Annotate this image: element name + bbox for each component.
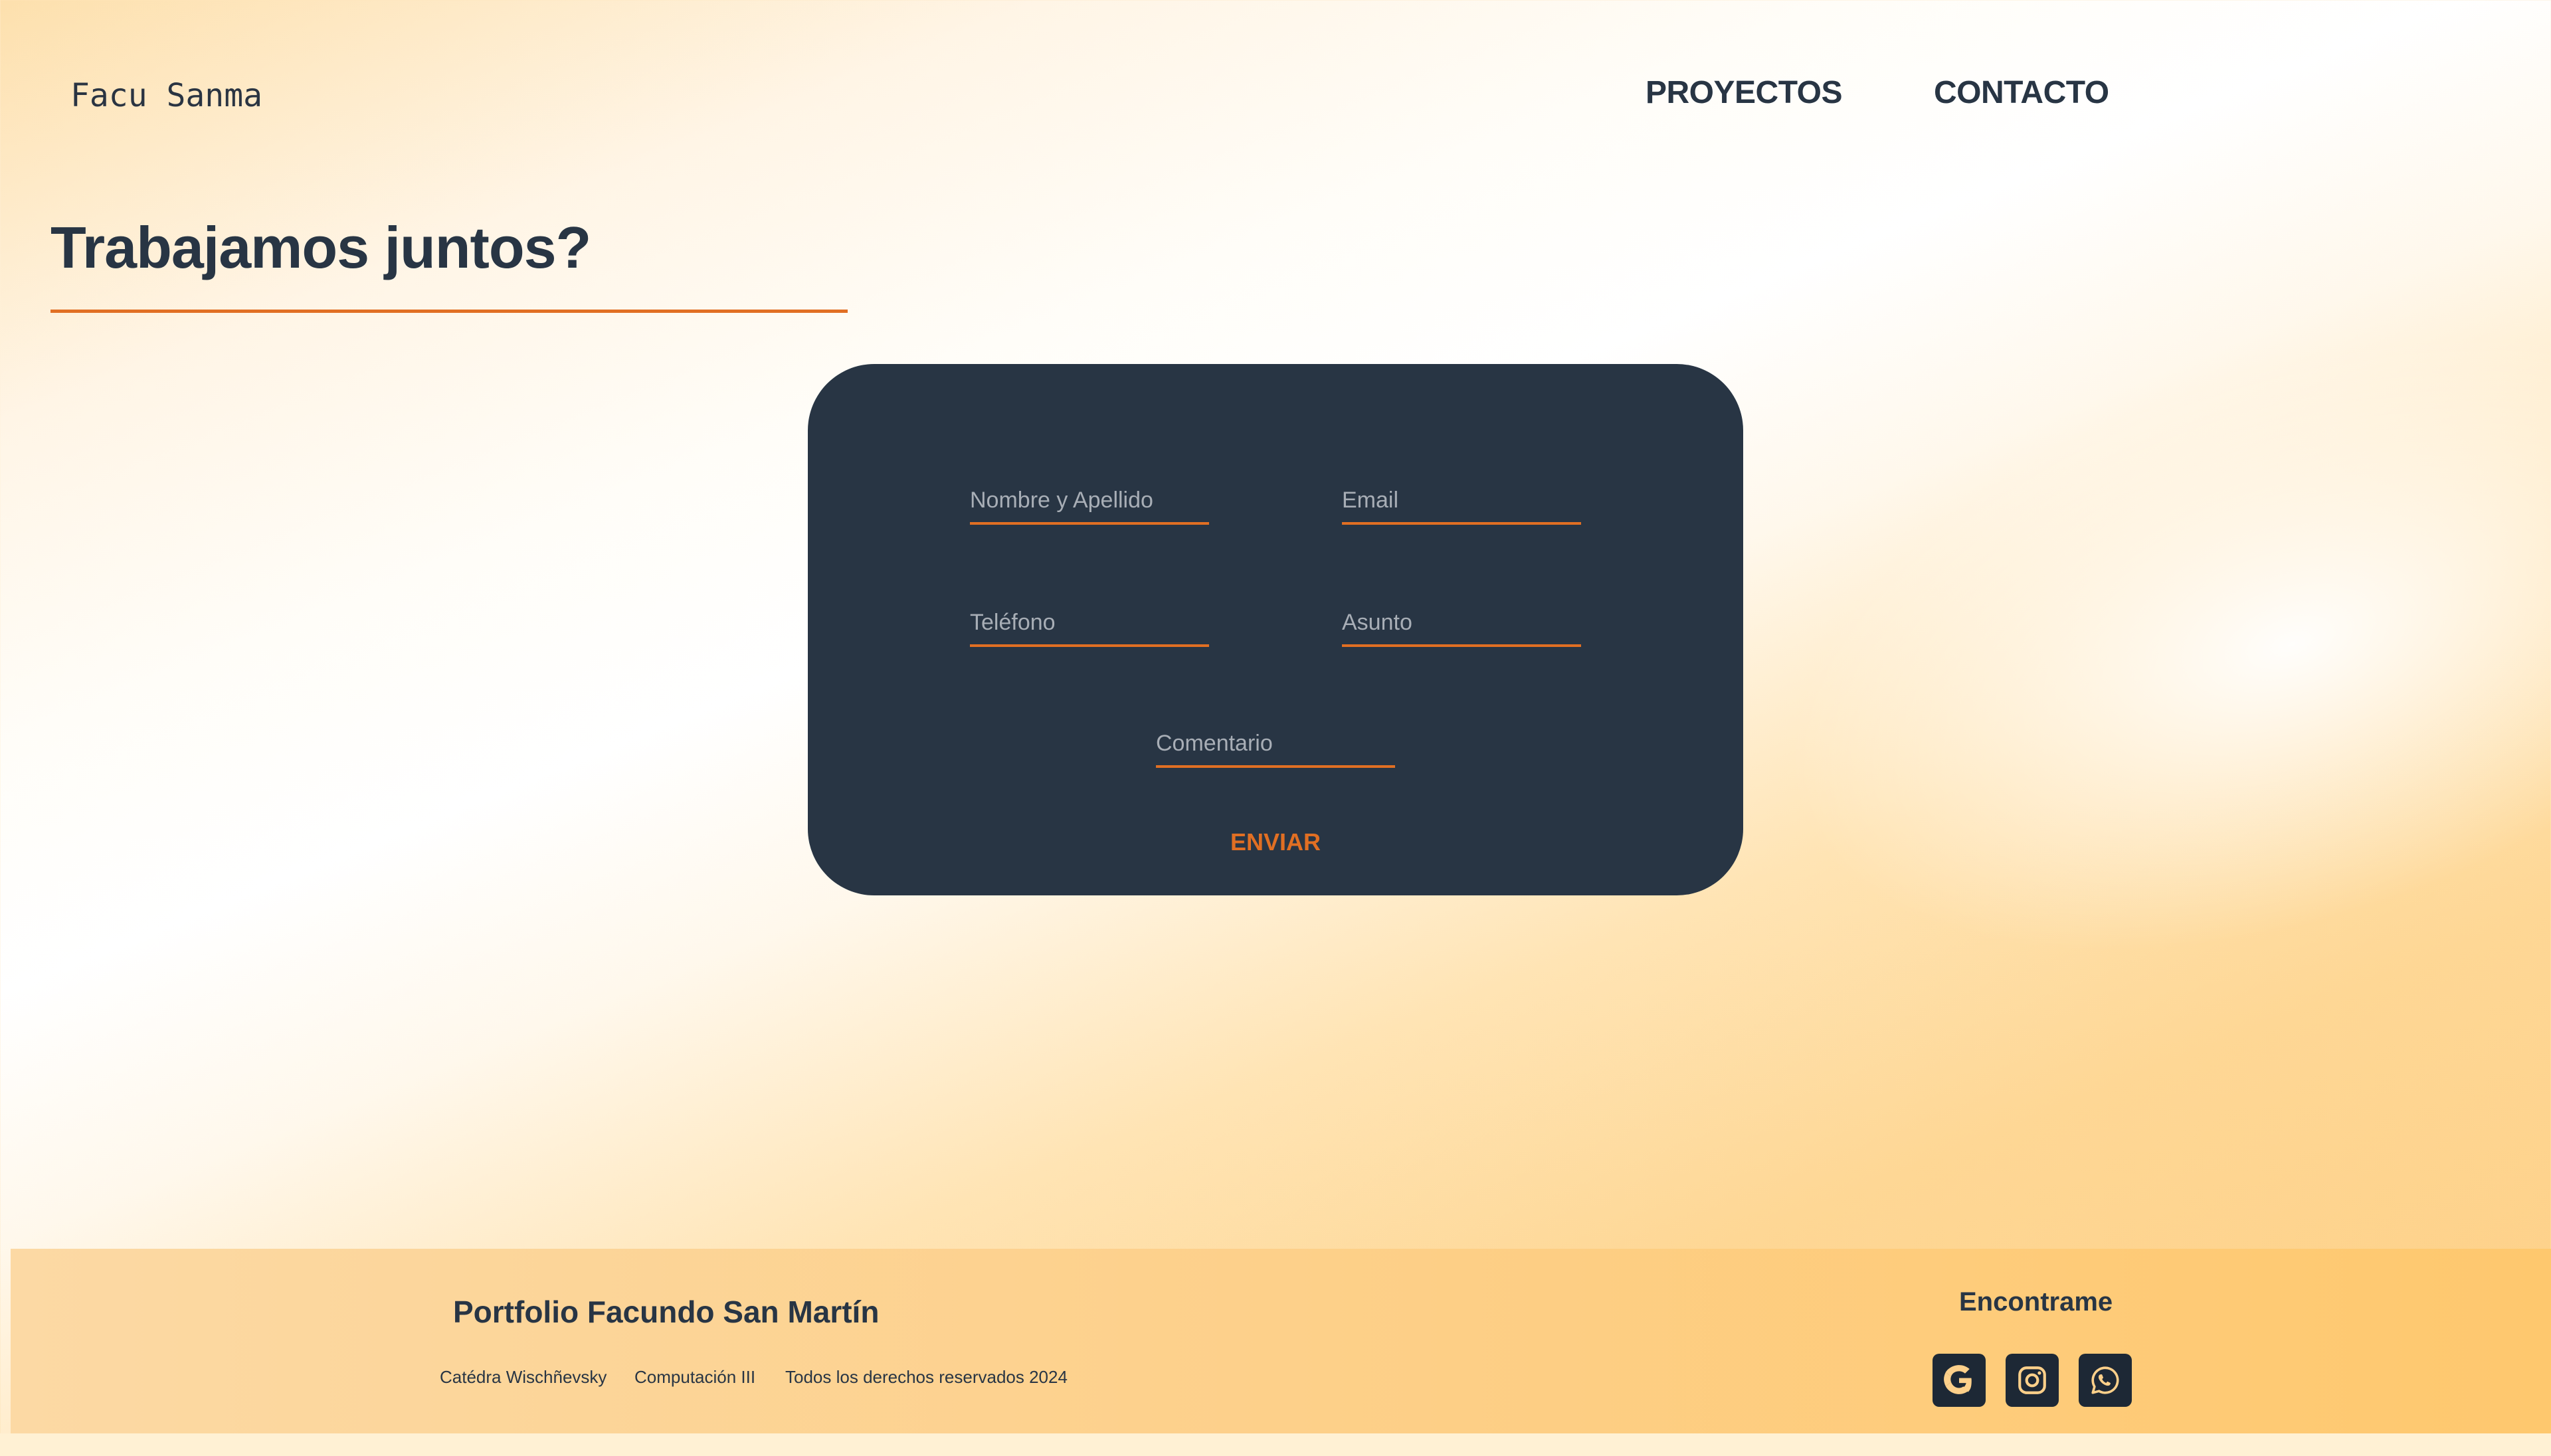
page-title: Trabajamos juntos? xyxy=(50,215,591,280)
instagram-icon xyxy=(2018,1366,2046,1394)
footer: Portfolio Facundo San Martín Catédra Wis… xyxy=(11,1249,2551,1433)
whatsapp-icon xyxy=(2091,1366,2119,1394)
contact-form: ENVIAR xyxy=(808,364,1743,895)
whatsapp-link[interactable] xyxy=(2079,1354,2132,1407)
subject-input[interactable] xyxy=(1342,606,1581,647)
phone-input[interactable] xyxy=(970,606,1209,647)
google-link[interactable] xyxy=(1933,1354,1986,1407)
page-bottom-strip xyxy=(0,1433,2551,1456)
comment-input[interactable] xyxy=(1156,727,1395,768)
email-input[interactable] xyxy=(1342,484,1581,525)
nav-link-projects[interactable]: PROYECTOS xyxy=(1646,74,1843,111)
top-nav: PROYECTOS CONTACTO xyxy=(0,74,2551,121)
background-glow xyxy=(1662,185,2551,1103)
footer-meta-course: Catédra Wischñevsky xyxy=(440,1367,607,1387)
title-underline xyxy=(50,310,848,313)
find-me-title: Encontrame xyxy=(1959,1287,2113,1317)
footer-title: Portfolio Facundo San Martín xyxy=(453,1295,880,1329)
send-button[interactable]: ENVIAR xyxy=(1209,822,1342,862)
footer-meta-subject: Computación III xyxy=(634,1367,756,1387)
google-icon xyxy=(1944,1365,1972,1394)
name-input[interactable] xyxy=(970,484,1209,525)
instagram-link[interactable] xyxy=(2006,1354,2059,1407)
footer-meta-rights: Todos los derechos reservados 2024 xyxy=(785,1367,1068,1387)
nav-link-contact[interactable]: CONTACTO xyxy=(1934,74,2109,111)
